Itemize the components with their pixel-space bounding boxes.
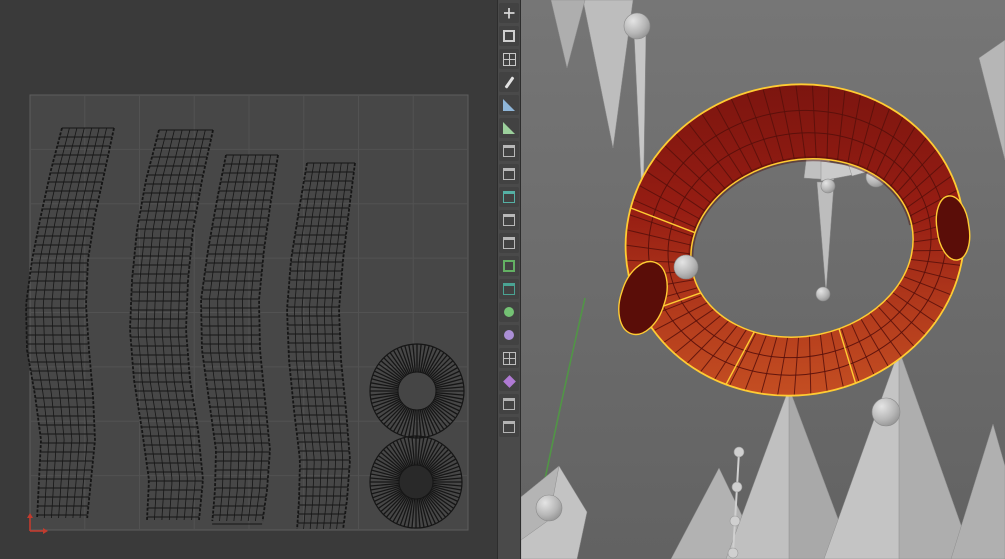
select-tool-icon[interactable] — [499, 26, 519, 46]
sphere-object[interactable] — [623, 12, 651, 40]
joint-sphere[interactable] — [727, 547, 739, 559]
set-square-tool-icon-glyph — [503, 99, 515, 111]
uv-shell-ring-2[interactable] — [369, 435, 463, 529]
angle-ruler-tool-icon-glyph — [503, 122, 515, 134]
sphere-green-icon[interactable] — [499, 302, 519, 322]
joint-sphere[interactable] — [729, 515, 741, 527]
poly-cube-icon-glyph — [503, 260, 515, 272]
lattice-tool-icon[interactable] — [499, 49, 519, 69]
container-teal-icon-glyph — [503, 191, 515, 203]
uv-shell-ring-1[interactable] — [369, 343, 465, 439]
sphere-object[interactable] — [820, 178, 836, 194]
container-3-icon[interactable] — [499, 210, 519, 230]
sphere-object[interactable] — [535, 494, 563, 522]
pencil-tool-icon-glyph — [504, 75, 514, 89]
cube-stack-icon-glyph — [502, 351, 516, 365]
container-teal-icon[interactable] — [499, 187, 519, 207]
crate-2-icon-glyph — [503, 421, 515, 433]
lattice-tool-icon-glyph — [502, 52, 516, 66]
sphere-object[interactable] — [871, 397, 901, 427]
crate-2-icon[interactable] — [499, 417, 519, 437]
fill-teal-icon[interactable] — [499, 279, 519, 299]
set-square-tool-icon[interactable] — [499, 95, 519, 115]
rhombus-purple-icon-glyph — [502, 374, 516, 388]
sphere-green-icon-glyph — [504, 307, 514, 317]
sphere-purple-icon-glyph — [504, 330, 514, 340]
tumble-tool-icon-glyph — [503, 7, 515, 19]
uv-canvas[interactable] — [0, 0, 497, 559]
sphere-object[interactable] — [673, 254, 699, 280]
sphere-purple-icon[interactable] — [499, 325, 519, 345]
container-3-icon-glyph — [503, 214, 515, 226]
container-2-icon-glyph — [503, 168, 515, 180]
container-1-icon-glyph — [503, 145, 515, 157]
select-tool-icon-glyph — [503, 30, 515, 42]
poly-cube-icon[interactable] — [499, 256, 519, 276]
container-1-icon[interactable] — [499, 141, 519, 161]
cube-stack-icon[interactable] — [499, 348, 519, 368]
rhombus-purple-icon[interactable] — [499, 371, 519, 391]
joint-sphere[interactable] — [731, 481, 743, 493]
container-4-icon[interactable] — [499, 233, 519, 253]
angle-ruler-tool-icon[interactable] — [499, 118, 519, 138]
joint-sphere[interactable] — [733, 446, 745, 458]
sphere-object[interactable] — [815, 286, 831, 302]
viewport-canvas[interactable] — [521, 0, 1005, 559]
perspective-viewport[interactable] — [521, 0, 1005, 559]
pencil-tool-icon[interactable] — [499, 72, 519, 92]
modeling-app-window — [0, 0, 1005, 559]
uv-editor-panel[interactable] — [0, 0, 497, 559]
tumble-tool-icon[interactable] — [499, 3, 519, 23]
crate-1-icon-glyph — [503, 398, 515, 410]
crate-1-icon[interactable] — [499, 394, 519, 414]
viewport-toolbar — [497, 0, 521, 559]
container-2-icon[interactable] — [499, 164, 519, 184]
container-4-icon-glyph — [503, 237, 515, 249]
fill-teal-icon-glyph — [503, 283, 515, 295]
